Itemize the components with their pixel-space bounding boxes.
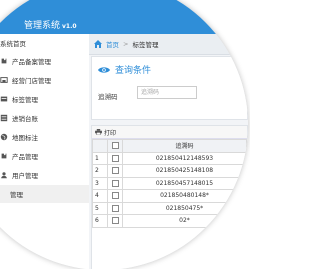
row-checkbox-cell [107,189,123,203]
circular-screenshot-frame: 管理系统 v1.0 系统首页 产品备案管理 经营门店管理 标签管理 进销台账 地… [0,0,248,269]
sidebar-item-label: 系统首页 [0,40,26,48]
app-title-text: 管理系统 [24,21,61,31]
print-toolbar: 打印 [92,126,247,139]
header-checkbox-cell [107,139,123,153]
breadcrumb-separator: > [123,40,129,48]
trace-code-table: 追溯码 1 021850412148593 2 021850425148108 … [92,139,247,228]
row-checkbox-cell [107,176,123,190]
puzzle-icon [1,153,7,159]
row-checkbox[interactable] [111,167,119,175]
row-checkbox-cell [107,201,123,215]
row-trace-code: 02* [122,214,247,228]
row-number: 5 [92,201,108,215]
header-num-cell [92,139,108,153]
top-bar: 管理系统 v1.0 [0,0,248,34]
table-panel: 打印 追溯码 1 021850412148593 2 0218504251481… [91,125,248,269]
query-panel: 查询条件 追溯码 追溯码 [91,56,248,120]
user-icon [1,172,7,179]
printer-icon [95,129,102,135]
sidebar-item-label: 产品管理 [12,153,38,161]
table-header-row: 追溯码 [92,139,247,153]
row-checkbox-cell [107,151,123,165]
sidebar-item-label: 用户管理 [12,172,38,180]
row-trace-code: 021850412148593 [122,151,247,165]
query-title: 查询条件 [98,63,151,76]
query-title-text: 查询条件 [115,66,152,76]
table-row: 1 021850412148593 [92,151,247,165]
eye-icon [98,66,110,73]
row-checkbox-cell [107,164,123,178]
row-trace-code: 021850457148015 [122,176,247,190]
row-checkbox[interactable] [111,154,119,162]
print-button[interactable]: 打印 [104,128,116,137]
sidebar-item-label: 地图标注 [12,134,38,142]
select-all-checkbox[interactable] [111,142,119,150]
tag-icon [0,96,8,102]
sidebar-item-label: 管理 [10,191,23,199]
table-row: 5 021850475* [92,201,247,215]
trace-code-input[interactable]: 追溯码 [137,86,197,99]
table-row: 4 021850480148* [92,189,247,203]
main-content: 首页 > 标签管理 查询条件 追溯码 追溯码 打印 追溯码 1 02185041… [89,34,248,269]
sidebar-item-label: 标签管理 [12,96,38,104]
row-number: 6 [92,214,108,228]
row-trace-code: 021850475* [122,201,247,215]
table-row: 6 02* [92,214,247,228]
row-checkbox[interactable] [111,179,119,187]
ledger-icon [0,114,8,122]
header-trace-code: 追溯码 [122,139,247,153]
row-checkbox[interactable] [111,204,119,212]
home-icon [94,40,102,48]
row-checkbox[interactable] [111,217,119,225]
breadcrumb-current: 标签管理 [132,41,159,49]
row-number: 3 [92,176,108,190]
breadcrumb: 首页 > 标签管理 [89,34,248,55]
sidebar-item-label: 经营门店管理 [12,77,51,85]
globe-icon [0,133,8,141]
row-number: 4 [92,189,108,203]
row-number: 2 [92,164,108,178]
sidebar-item-label: 产品备案管理 [12,58,51,66]
row-trace-code: 021850480148* [122,189,247,203]
row-trace-code: 021850425148108 [122,164,247,178]
puzzle-icon [1,58,7,64]
screenshot-stage: 管理系统 v1.0 系统首页 产品备案管理 经营门店管理 标签管理 进销台账 地… [0,0,250,269]
table-row: 2 021850425148108 [92,164,247,178]
store-icon [0,77,8,83]
breadcrumb-home-link[interactable]: 首页 [106,39,119,49]
row-checkbox[interactable] [111,192,119,200]
app-title: 管理系统 v1.0 [24,18,77,31]
table-row: 3 021850457148015 [92,176,247,190]
trace-code-label: 追溯码 [98,93,118,101]
row-number: 1 [92,151,108,165]
sidebar-item-label: 进销台账 [12,115,38,123]
row-checkbox-cell [107,214,123,228]
app-version: v1.0 [62,23,77,30]
